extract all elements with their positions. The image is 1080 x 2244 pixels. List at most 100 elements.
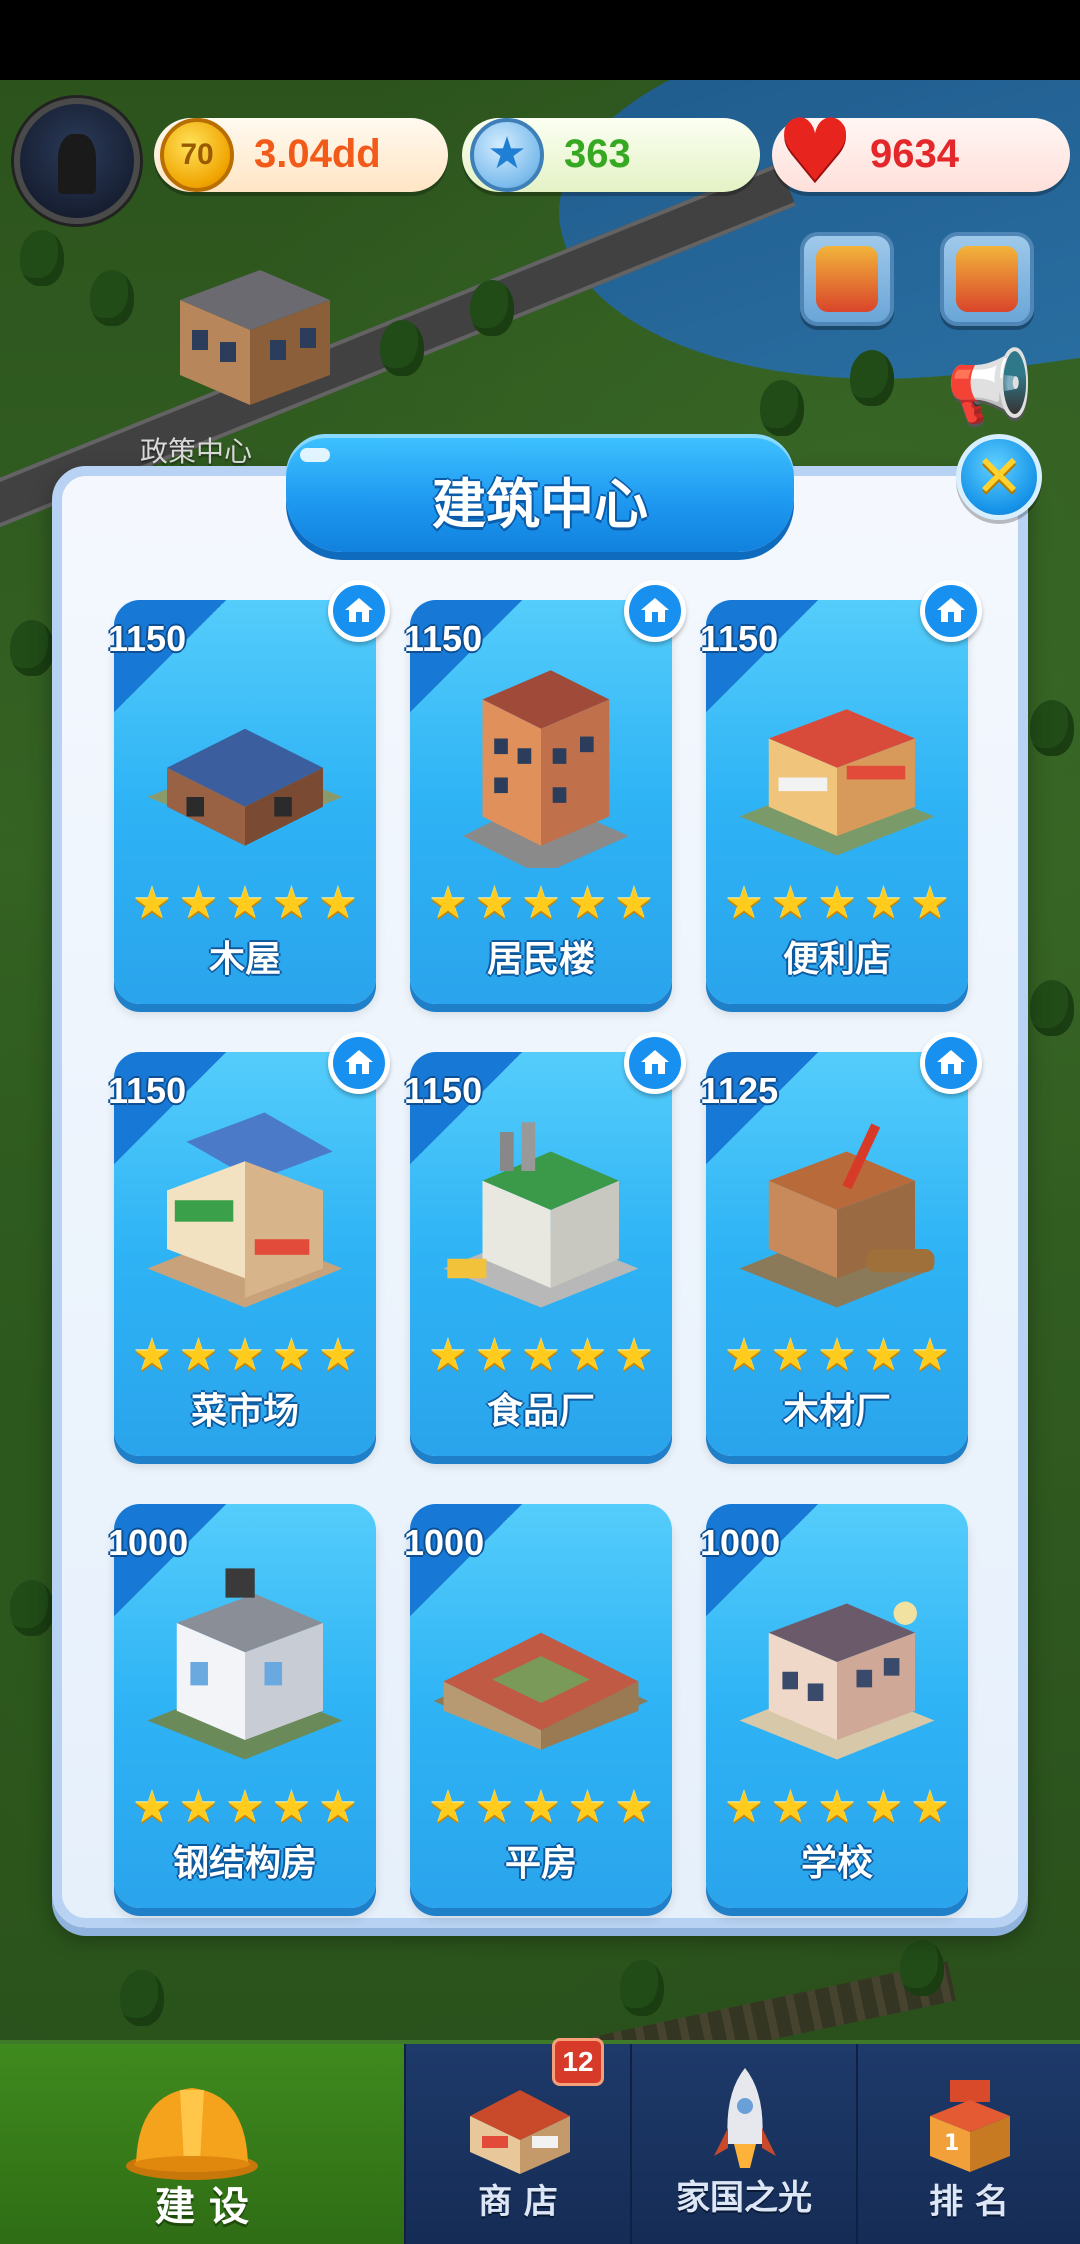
event-button-2[interactable] <box>940 232 1034 326</box>
building-card[interactable]: 1125 ★ ★ ★ ★ ★ 木材厂 <box>700 1032 982 1456</box>
star-rating: ★ ★ ★ ★ ★ <box>426 882 656 930</box>
home-icon <box>641 1050 669 1074</box>
megaphone-icon[interactable]: 📢 <box>940 344 1040 428</box>
home-badge <box>328 1032 390 1094</box>
star-rating: ★ ★ ★ ★ ★ <box>722 882 952 930</box>
nav-label-build: 建 设 <box>155 2184 249 2230</box>
star-icon: ★ <box>428 1330 468 1381</box>
star-icon: ★ <box>271 1782 312 1833</box>
building-card[interactable]: 1150 ★ ★ ★ ★ ★ 居民楼 <box>404 580 686 1004</box>
star-icon: ★ <box>428 878 468 929</box>
shop-notification-badge: 12 <box>552 2038 604 2086</box>
event-icon <box>956 246 1018 312</box>
building-card[interactable]: 1150 ★ ★ ★ ★ ★ 菜市场 <box>108 1032 390 1456</box>
star-rating: ★ ★ ★ ★ ★ <box>722 1334 952 1382</box>
star-icon: ★ <box>225 1330 265 1381</box>
star-rating: ★ ★ ★ ★ ★ <box>130 1334 360 1382</box>
nav-tab-build[interactable]: 建 设 <box>0 2044 404 2244</box>
status-bar <box>0 0 1080 80</box>
building-illustration <box>739 1123 935 1308</box>
podium-icon: 1 <box>930 2080 1010 2172</box>
star-icon: ★ <box>910 1782 950 1833</box>
building-name: 居民楼 <box>486 939 595 980</box>
star-icon: ★ <box>724 1330 764 1381</box>
building-name: 木材厂 <box>782 1391 891 1432</box>
nav-tab-ranking[interactable]: 1 排 名 <box>856 2044 1080 2244</box>
star-icon: ★ <box>817 878 857 929</box>
bottom-nav: 建 设 商 店 家国之光 1 排 名 <box>0 2044 1080 2244</box>
star-icon: ★ <box>567 1330 608 1381</box>
player-avatar[interactable] <box>14 98 140 224</box>
event-icon <box>816 246 878 312</box>
policy-center-building[interactable] <box>160 260 340 410</box>
building-card[interactable]: 1150 ★ ★ ★ ★ ★ 便利店 <box>700 580 982 1004</box>
star-icon: ★ <box>271 878 312 929</box>
building-card[interactable]: 1000 ★ ★ ★ ★ ★ 平房 <box>404 1504 672 1908</box>
star-icon: ★ <box>521 1330 561 1381</box>
building-card[interactable]: 1000 ★ ★ ★ ★ ★ 学校 <box>700 1504 968 1908</box>
building-name: 平房 <box>504 1843 577 1884</box>
star-rating: ★ ★ ★ ★ ★ <box>722 1786 952 1834</box>
coin-icon: 70 <box>160 118 234 192</box>
coin-value: 3.04dd <box>254 132 381 176</box>
home-badge <box>624 1032 686 1094</box>
star-icon: ★ <box>614 878 654 929</box>
star-icon: ★ <box>470 118 544 192</box>
nav-tab-national-glory[interactable]: 家国之光 <box>630 2044 856 2244</box>
building-illustration <box>739 709 935 856</box>
star-icon: ★ <box>474 1330 515 1381</box>
heart-icon: ♥ <box>776 101 854 201</box>
building-card[interactable]: 1000 ★ ★ ★ ★ ★ 钢结构房 <box>108 1504 376 1908</box>
building-name: 学校 <box>800 1843 873 1884</box>
star-icon: ★ <box>863 1782 904 1833</box>
hard-hat-icon <box>126 2088 258 2180</box>
nav-label-national-glory: 家国之光 <box>676 2178 812 2218</box>
star-rating: ★ ★ ★ ★ ★ <box>426 1334 656 1382</box>
nav-label-ranking: 排 名 <box>929 2182 1009 2222</box>
star-icon: ★ <box>521 878 561 929</box>
star-icon: ★ <box>132 1782 172 1833</box>
building-card[interactable]: 1150 ★ ★ ★ ★ ★ 木屋 <box>108 580 390 1004</box>
star-icon: ★ <box>318 878 358 929</box>
star-icon: ★ <box>474 878 515 929</box>
home-icon <box>937 1050 965 1074</box>
star-icon: ★ <box>817 1330 857 1381</box>
star-icon: ★ <box>271 1330 312 1381</box>
close-button[interactable]: ✕ <box>956 434 1042 520</box>
home-icon <box>641 598 669 622</box>
star-value: 363 <box>564 132 631 176</box>
building-name: 木屋 <box>208 939 281 980</box>
building-illustration <box>739 1601 935 1760</box>
building-card[interactable]: 1150 ★ ★ ★ ★ ★ 食品厂 <box>404 1032 686 1456</box>
star-icon: ★ <box>318 1330 358 1381</box>
star-icon: ★ <box>225 1782 265 1833</box>
star-icon: ★ <box>863 878 904 929</box>
star-icon: ★ <box>132 878 172 929</box>
star-rating: ★ ★ ★ ★ ★ <box>130 1786 360 1834</box>
star-icon: ★ <box>863 1330 904 1381</box>
building-illustration <box>147 1568 343 1760</box>
panel-title: 建筑中心 <box>432 473 648 536</box>
star-icon: ★ <box>178 1782 219 1833</box>
star-icon: ★ <box>910 878 950 929</box>
building-illustration <box>147 1112 343 1308</box>
home-badge <box>920 1032 982 1094</box>
home-badge <box>328 580 390 642</box>
home-badge <box>920 580 982 642</box>
shop-icon <box>470 2090 570 2174</box>
star-icon: ★ <box>225 878 265 929</box>
home-icon <box>937 598 965 622</box>
policy-center-label: 政策中心 <box>140 435 253 468</box>
star-icon: ★ <box>474 1782 515 1833</box>
star-icon: ★ <box>178 878 219 929</box>
panel-title-banner: 建筑中心 <box>286 434 794 552</box>
home-icon <box>345 598 373 622</box>
star-rating: ★ ★ ★ ★ ★ <box>130 882 360 930</box>
building-illustration <box>443 1122 639 1308</box>
nav-label-shop: 商 店 <box>478 2182 558 2222</box>
home-badge <box>624 580 686 642</box>
event-button-1[interactable] <box>800 232 894 326</box>
star-icon: ★ <box>521 1782 561 1833</box>
building-illustration <box>433 1632 649 1750</box>
star-icon: ★ <box>770 1330 811 1381</box>
